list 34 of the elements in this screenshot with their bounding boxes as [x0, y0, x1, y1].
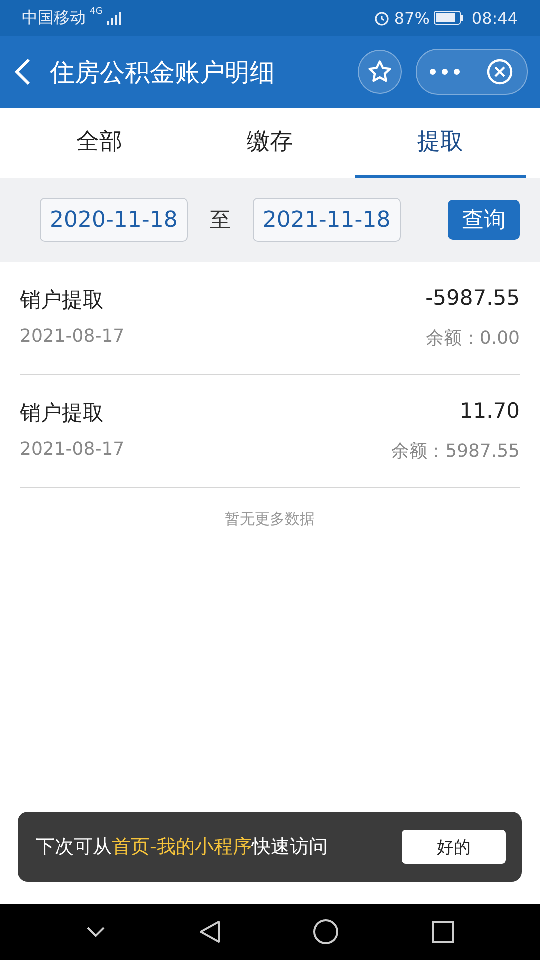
close-icon [486, 59, 512, 85]
back-icon[interactable] [198, 920, 221, 944]
battery-percent: 87% [394, 8, 430, 28]
ok-button[interactable]: 好的 [402, 830, 506, 864]
clock-time: 08:44 [472, 8, 518, 28]
battery-icon [434, 11, 464, 25]
collapse-icon[interactable] [86, 926, 106, 938]
tab[interactable]: 缴存 [184, 108, 356, 178]
record-balance: 余额：5987.55 [392, 440, 520, 463]
home-icon[interactable] [313, 919, 340, 945]
record-amount: -5987.55 [426, 286, 520, 312]
record-amount: 11.70 [458, 399, 520, 425]
empty-note: 暂无更多数据 [225, 510, 315, 528]
toast-message: 下次可从首页-我的小程序快速访问 [36, 835, 329, 860]
tab[interactable]: 全部 [14, 108, 185, 178]
star-icon [367, 59, 393, 85]
alarm-icon [374, 10, 390, 26]
record-type: 销户提取 [20, 287, 105, 314]
record-date: 2021-08-17 [20, 326, 126, 349]
recents-icon[interactable] [432, 921, 454, 943]
network-type: 4G [90, 7, 103, 17]
page-title: 住房公积金账户明细 [50, 56, 276, 88]
record-date: 2021-08-17 [20, 439, 126, 462]
more-icon [430, 69, 460, 75]
back-button[interactable] [14, 58, 32, 86]
start-date-field[interactable]: 2020-11-18 [40, 198, 188, 242]
query-button[interactable]: 查询 [448, 200, 520, 240]
end-date-field[interactable]: 2021-11-18 [252, 198, 401, 242]
carrier-name: 中国移动 [22, 8, 86, 28]
signal-icon [106, 11, 123, 25]
record-type: 销户提取 [20, 400, 105, 427]
favorite-button[interactable] [358, 50, 402, 94]
date-separator: 至 [210, 207, 231, 234]
record-balance: 余额：0.00 [426, 327, 520, 350]
